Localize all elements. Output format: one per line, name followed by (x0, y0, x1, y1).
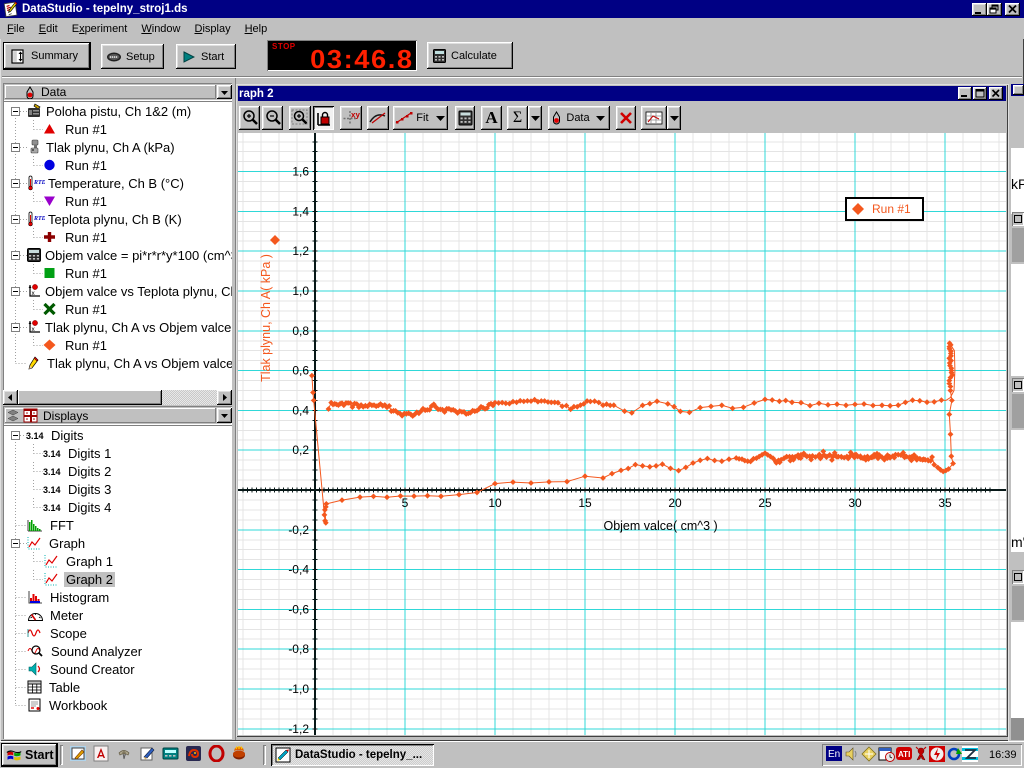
svg-text:30: 30 (848, 496, 862, 510)
svg-text:Objem valce( cm^3 ): Objem valce( cm^3 ) (603, 519, 717, 533)
svg-text:0,6: 0,6 (292, 364, 309, 378)
svg-text:-1,0: -1,0 (288, 682, 309, 696)
svg-text:1,2: 1,2 (292, 244, 309, 258)
svg-text:-0,8: -0,8 (288, 642, 309, 656)
svg-text:35: 35 (938, 496, 952, 510)
svg-text:-0,6: -0,6 (288, 602, 309, 616)
svg-text:Tlak plynu, Ch A( kPa ): Tlak plynu, Ch A( kPa ) (259, 254, 273, 382)
svg-text:3.14: 3.14 (43, 449, 61, 459)
svg-text:Run #1: Run #1 (872, 202, 911, 216)
svg-text:15: 15 (578, 496, 592, 510)
svg-text:0,2: 0,2 (292, 443, 309, 457)
svg-text:-0,4: -0,4 (288, 563, 309, 577)
svg-text:3.14: 3.14 (43, 485, 61, 495)
svg-text:3.14: 3.14 (43, 467, 61, 477)
svg-text:-1,2: -1,2 (288, 722, 309, 735)
svg-text:RTD: RTD (33, 180, 45, 186)
svg-text:3.14: 3.14 (26, 431, 44, 441)
svg-text:10: 10 (488, 496, 502, 510)
svg-text:ATI: ATI (898, 750, 910, 759)
svg-text:25: 25 (758, 496, 772, 510)
svg-text:0,8: 0,8 (292, 324, 309, 338)
svg-text:0,4: 0,4 (292, 403, 309, 417)
svg-text:20: 20 (668, 496, 682, 510)
svg-text:1,4: 1,4 (292, 204, 309, 218)
svg-text:5: 5 (402, 496, 409, 510)
svg-text:-0,2: -0,2 (288, 523, 309, 537)
svg-text:1,0: 1,0 (292, 284, 309, 298)
svg-text:En: En (828, 749, 840, 760)
svg-text:RTD: RTD (33, 216, 45, 222)
svg-text:1,6: 1,6 (292, 165, 309, 179)
svg-text:3.14: 3.14 (43, 503, 61, 513)
svg-text:xy: xy (351, 111, 360, 120)
